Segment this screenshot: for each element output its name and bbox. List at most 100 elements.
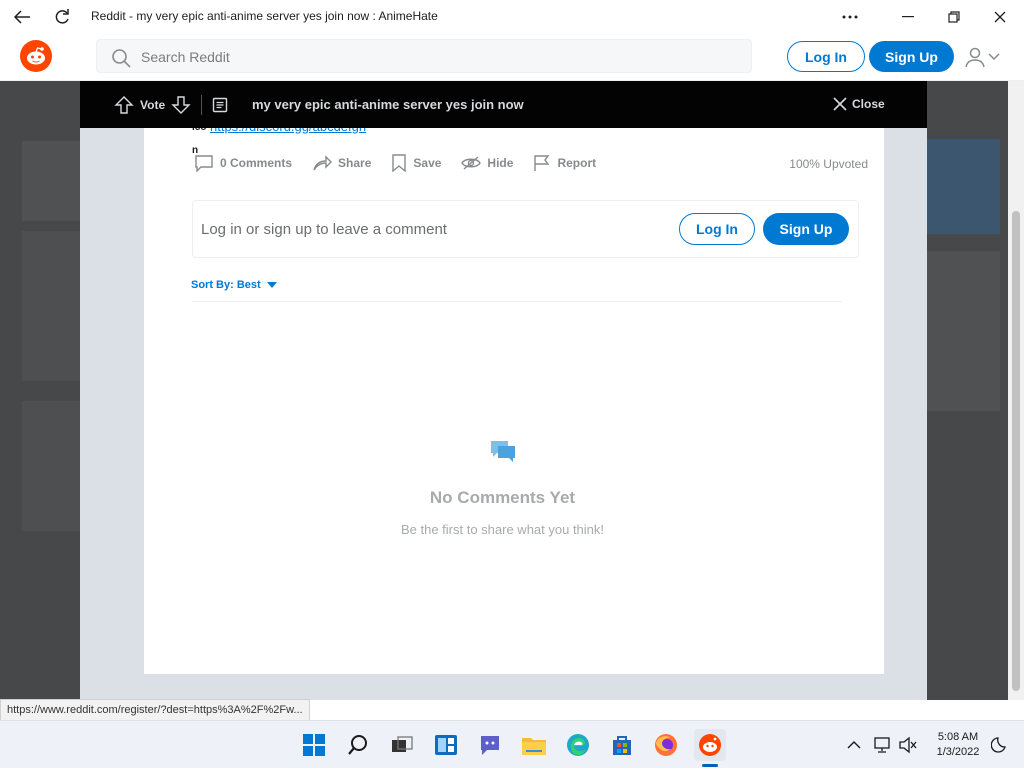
teams-chat-icon [481,736,499,755]
search-icon [112,49,131,68]
maximize-icon [948,11,960,23]
notification-button[interactable] [988,733,1012,757]
back-arrow-icon [13,10,30,24]
widgets-icon [435,735,457,755]
firefox-button[interactable] [650,729,682,761]
sort-dropdown[interactable]: Sort By: Best [191,279,277,291]
maximize-button[interactable] [932,2,976,32]
background-feed-left [0,81,80,700]
share-label: Share [338,156,372,170]
back-button[interactable] [6,2,38,32]
upvote-ratio: 100% Upvoted [789,157,868,171]
clock-time: 5:08 AM [937,731,979,743]
reddit-taskbar-icon [699,734,721,756]
window-close-button[interactable] [978,2,1022,32]
user-menu[interactable] [964,45,1006,69]
share-icon [313,155,333,171]
teams-chat-button[interactable] [474,729,506,761]
firefox-icon [655,734,677,756]
task-view-button[interactable] [386,729,418,761]
search-bar[interactable]: Search Reddit [96,39,752,73]
background-sidebar-right [927,81,1008,700]
network-button[interactable] [870,733,894,757]
hide-icon [461,156,482,170]
divider [201,94,203,115]
upvote-icon[interactable] [114,95,134,115]
hide-label: Hide [487,156,514,170]
reddit-taskbar-button[interactable] [694,729,726,761]
link-status-url: https://www.reddit.com/register/?dest=ht… [0,699,310,721]
save-button[interactable]: Save [391,154,441,172]
volume-muted-icon [899,736,917,754]
post-icon [212,97,228,112]
reddit-header: Search Reddit Log In Sign Up [0,33,1024,81]
windows-taskbar: 5:08 AM 1/3/2022 [0,720,1024,768]
task-view-icon [392,736,413,752]
file-explorer-icon [522,738,546,755]
minimize-button[interactable] [886,2,930,32]
network-icon [874,737,890,753]
widgets-button[interactable] [430,729,462,761]
search-input[interactable]: Search Reddit [141,49,230,65]
modal-close-button[interactable]: Close [832,93,885,115]
share-button[interactable]: Share [312,154,371,172]
store-icon [613,736,631,755]
close-label: Close [852,97,885,111]
divider [192,301,842,302]
clock-date: 1/3/2022 [936,746,980,758]
hide-button[interactable]: Hide [461,155,513,171]
start-button[interactable] [298,729,330,761]
clipped-text-fragment: lco [192,128,206,133]
active-app-indicator [702,764,718,767]
chevron-down-icon [988,53,1000,61]
browser-title-bar: Reddit - my very epic anti-anime server … [0,0,1024,33]
system-clock[interactable]: 5:08 AM 1/3/2022 [930,730,986,760]
taskbar-search-button[interactable] [342,729,374,761]
more-icon [842,15,858,19]
comments-label: 0 Comments [220,156,293,170]
modal-post-title: my very epic anti-anime server yes join … [252,97,524,112]
sort-label: Sort By: Best [191,279,261,291]
user-icon [965,47,985,68]
scrollbar-thumb[interactable] [1012,211,1020,691]
vote-group: Vote [114,81,228,128]
clipped-link[interactable]: https://discord.gg/abcdefgh [210,128,366,134]
comment-login-button[interactable]: Log In [679,213,755,245]
header-signup-button[interactable]: Sign Up [869,41,954,72]
post-actions: 0 Comments Share Save Hide Report [194,152,616,174]
chat-bubbles-icon [491,441,515,462]
file-explorer-button[interactable] [518,729,550,761]
header-login-button[interactable]: Log In [787,41,865,72]
store-button[interactable] [606,729,638,761]
minimize-icon [902,16,914,18]
report-button[interactable]: Report [533,154,596,172]
window-close-icon [994,11,1006,23]
refresh-button[interactable] [46,2,78,32]
reddit-logo-icon[interactable] [20,40,52,72]
empty-comments-title: No Comments Yet [429,488,576,507]
empty-comments-subtitle: Be the first to share what you think! [400,522,605,537]
comment-signup-button[interactable]: Sign Up [763,213,849,245]
close-icon [833,97,847,111]
post-content-card: lco https://discord.gg/abcdefgh n 0 Comm… [144,128,884,674]
edge-button[interactable] [562,729,594,761]
modal-top-bar: Vote my very epic anti-anime server yes … [80,81,927,128]
save-label: Save [413,156,442,170]
downvote-icon[interactable] [171,95,191,115]
comment-icon [195,155,213,172]
post-modal: Vote my very epic anti-anime server yes … [80,81,927,700]
page-scrollbar[interactable] [1008,81,1024,700]
comment-login-prompt: Log in or sign up to leave a comment Log… [192,200,859,258]
comment-prompt-text: Log in or sign up to leave a comment [201,221,447,238]
vote-label: Vote [140,97,166,112]
caret-down-icon [266,282,277,288]
report-icon [534,155,550,171]
notification-icon [991,737,1006,753]
window-title: Reddit - my very epic anti-anime server … [91,9,438,23]
refresh-icon [55,9,69,24]
more-options-button[interactable] [828,2,872,32]
volume-button[interactable] [896,733,920,757]
comments-button[interactable]: 0 Comments [194,154,292,172]
save-icon [392,154,407,172]
tray-overflow-button[interactable] [842,733,866,757]
